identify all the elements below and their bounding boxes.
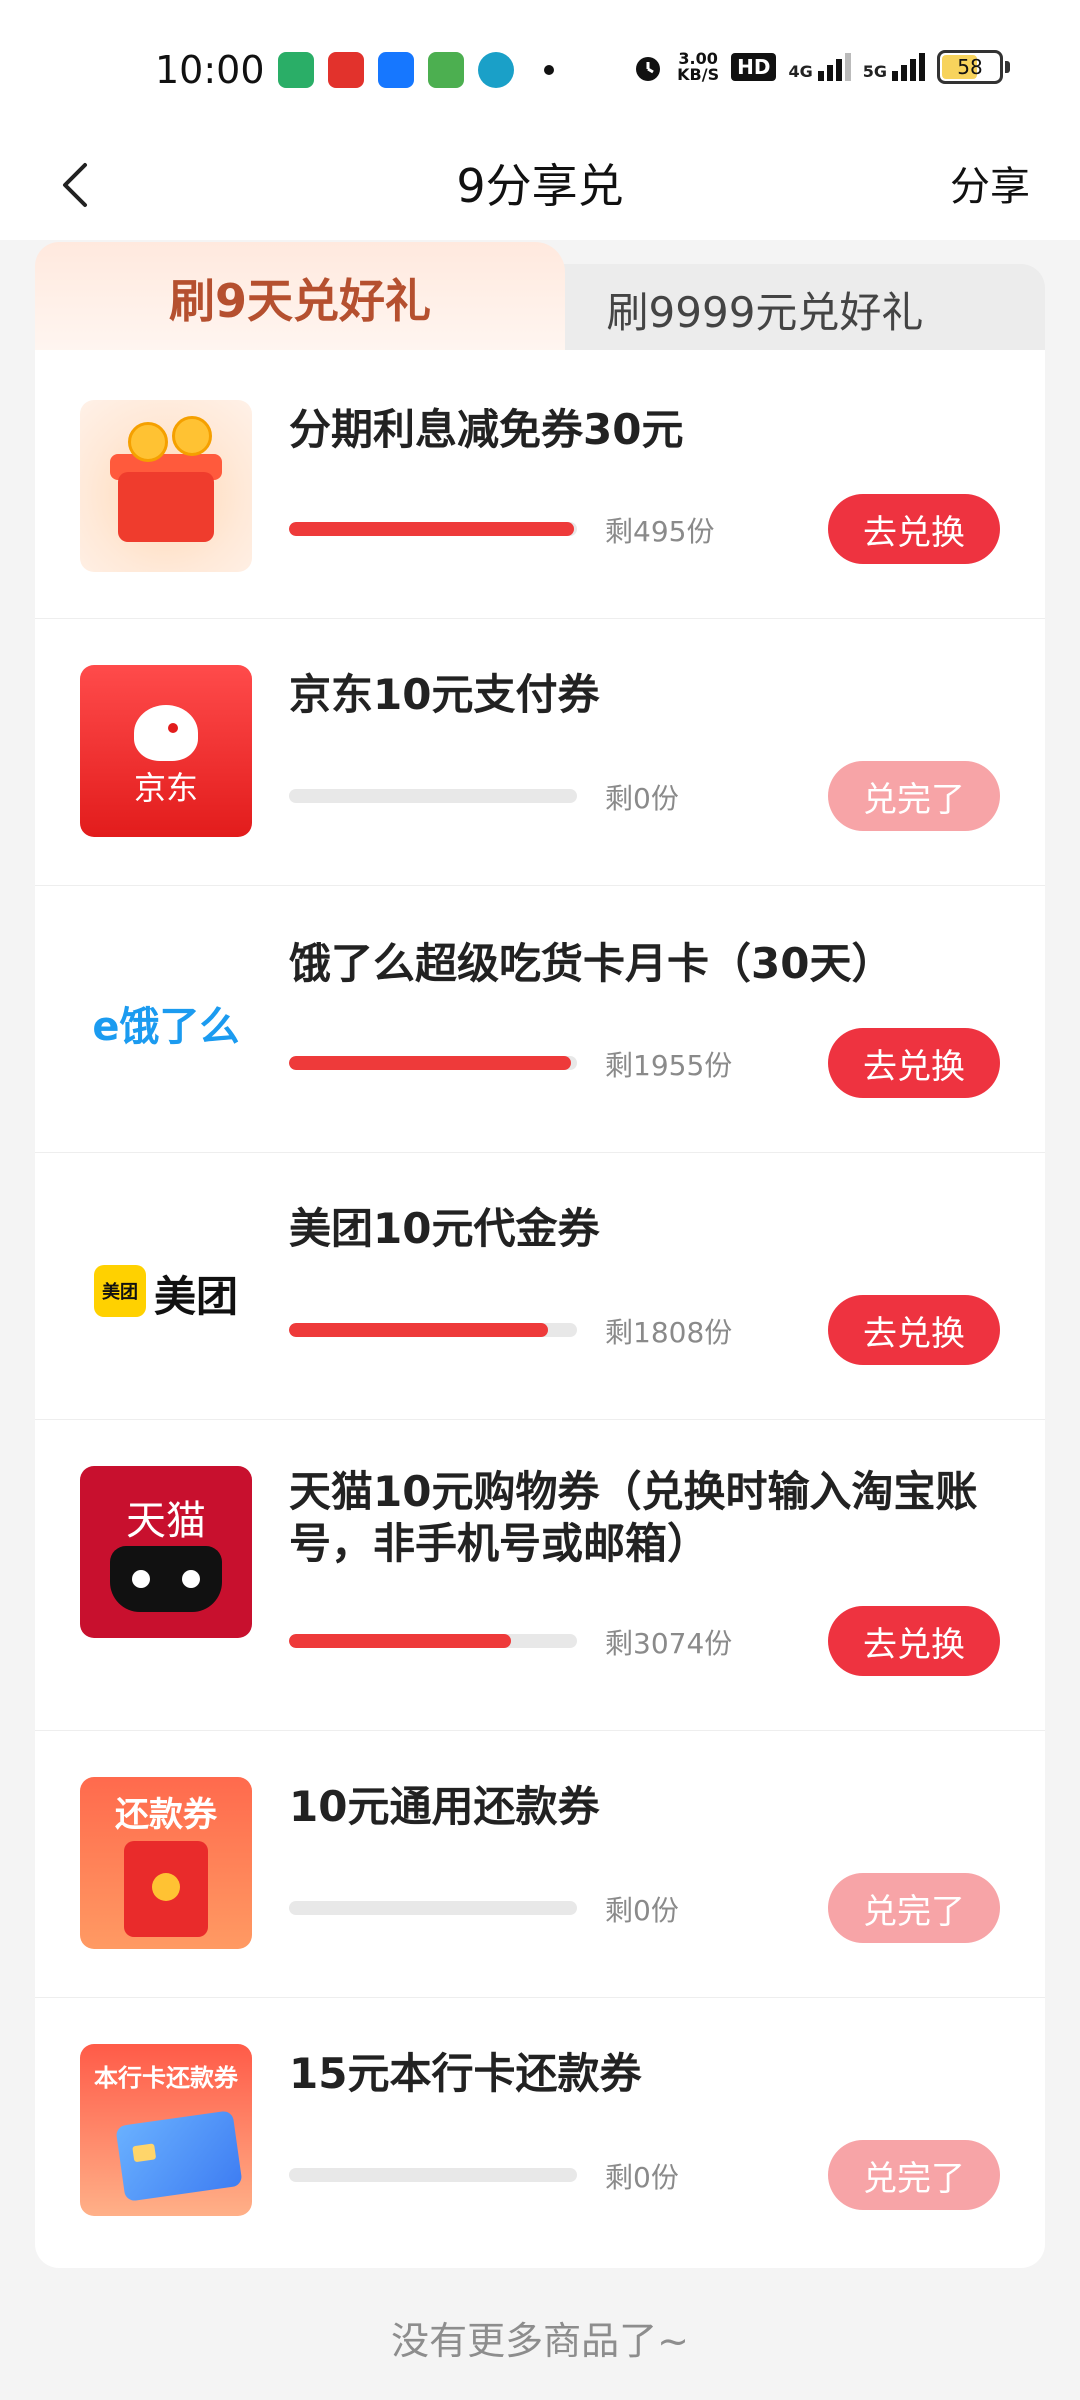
repayment-voucher-label: 还款券	[115, 1795, 217, 1835]
remaining-count: 剩0份	[605, 1894, 679, 1927]
redeem-button[interactable]: 去兑换	[828, 1028, 1000, 1098]
jd-logo-thumbnail: 京东	[80, 665, 252, 837]
redeem-button[interactable]: 去兑换	[828, 1295, 1000, 1365]
bank-card-thumbnail: 本行卡还款券	[80, 2044, 252, 2216]
end-of-list-text: 没有更多商品了~	[391, 2319, 689, 2363]
remaining-count: 剩0份	[605, 782, 679, 815]
nav-header: 9分享兑 分享	[0, 130, 1080, 240]
yunshanfu-icon	[328, 52, 364, 88]
remaining-count: 剩1808份	[605, 1316, 733, 1349]
tmall-logo-thumbnail: 天猫	[80, 1466, 252, 1638]
status-bar: 10:00 3.00 KB/S HD 4G 5G 58	[0, 0, 1080, 130]
stock-progress-bar	[289, 1901, 577, 1915]
remaining-count: 剩495份	[605, 515, 715, 548]
more-notifications-dot	[544, 65, 554, 75]
item-title: 京东10元支付券	[289, 670, 600, 719]
meituan-logo-text: 美团	[154, 1272, 239, 1321]
hd-icon: HD	[731, 53, 777, 81]
share-button[interactable]: 分享	[950, 154, 1030, 212]
list-item: 美团 美团 美团10元代金券 剩1808份 去兑换	[35, 1153, 1045, 1420]
list-item: 天猫 天猫10元购物券（兑换时输入淘宝账号，非手机号或邮箱） 剩3074份 去兑…	[35, 1420, 1045, 1731]
sold-out-button[interactable]: 兑完了	[828, 761, 1000, 831]
page-title: 9分享兑	[456, 159, 624, 213]
tab-9-days[interactable]: 刷9天兑好礼	[35, 242, 565, 354]
list-item: e饿了么 饿了么超级吃货卡月卡（30天） 剩1955份 去兑换	[35, 886, 1045, 1153]
eleme-logo-thumbnail: e饿了么	[80, 932, 252, 1104]
redeem-button[interactable]: 去兑换	[828, 1606, 1000, 1676]
stock-progress-bar	[289, 789, 577, 803]
tab-9999-yuan[interactable]: 刷9999元兑好礼	[485, 264, 1045, 354]
stock-progress-bar	[289, 2168, 577, 2182]
china-mobile-icon	[478, 52, 514, 88]
item-title: 15元本行卡还款券	[289, 2049, 642, 2098]
sold-out-button[interactable]: 兑完了	[828, 1873, 1000, 1943]
gift-box-thumbnail	[80, 400, 252, 572]
battery-level: 58	[957, 55, 983, 79]
list-item: 本行卡还款券 15元本行卡还款券 剩0份 兑完了	[35, 1998, 1045, 2268]
stock-progress-bar	[289, 1056, 577, 1070]
list-item: 分期利息减免券30元 剩495份 去兑换	[35, 350, 1045, 619]
network-speed: 3.00 KB/S	[677, 51, 719, 83]
signal-5g-icon: 5G	[863, 53, 925, 81]
list-item: 京东 京东10元支付券 剩0份 兑完了	[35, 619, 1045, 886]
signal-4g-icon: 4G	[788, 53, 851, 81]
tmall-logo-text: 天猫	[126, 1498, 206, 1544]
repayment-voucher-thumbnail: 还款券	[80, 1777, 252, 1949]
battery-icon: 58	[937, 50, 1003, 84]
signal-4g-label: 4G	[788, 62, 813, 81]
wechat-icon	[278, 52, 314, 88]
eleme-logo-text: e饿了么	[92, 1004, 240, 1050]
remaining-count: 剩0份	[605, 2161, 679, 2194]
redeem-button[interactable]: 去兑换	[828, 494, 1000, 564]
network-speed-unit: KB/S	[677, 65, 720, 84]
signal-5g-label: 5G	[862, 62, 887, 81]
alipay-icon	[378, 52, 414, 88]
item-title: 美团10元代金券	[289, 1204, 600, 1253]
jd-logo-text: 京东	[133, 769, 198, 807]
stock-progress-bar	[289, 522, 577, 536]
item-title: 分期利息减免券30元	[289, 405, 684, 454]
messages-icon	[428, 52, 464, 88]
stock-progress-bar	[289, 1634, 577, 1648]
remaining-count: 剩1955份	[605, 1049, 733, 1082]
item-title: 饿了么超级吃货卡月卡（30天）	[289, 939, 894, 988]
notification-icons	[278, 52, 554, 88]
item-title: 10元通用还款券	[289, 1782, 600, 1831]
tab-bar: 刷9999元兑好礼 刷9天兑好礼	[35, 242, 1045, 354]
reward-list: 分期利息减免券30元 剩495份 去兑换 京东 京东10元支付券 剩0份 兑完了…	[35, 350, 1045, 2268]
status-time: 10:00	[155, 48, 265, 92]
list-item: 还款券 10元通用还款券 剩0份 兑完了	[35, 1731, 1045, 1998]
sold-out-button[interactable]: 兑完了	[828, 2140, 1000, 2210]
bank-card-voucher-label: 本行卡还款券	[94, 2064, 238, 2092]
meituan-badge: 美团	[94, 1265, 146, 1317]
remaining-count: 剩3074份	[605, 1627, 733, 1660]
alarm-icon	[636, 57, 661, 81]
item-title: 天猫10元购物券（兑换时输入淘宝账号，非手机号或邮箱）	[289, 1467, 978, 1568]
stock-progress-bar	[289, 1323, 577, 1337]
meituan-logo-thumbnail: 美团 美团	[80, 1199, 252, 1371]
